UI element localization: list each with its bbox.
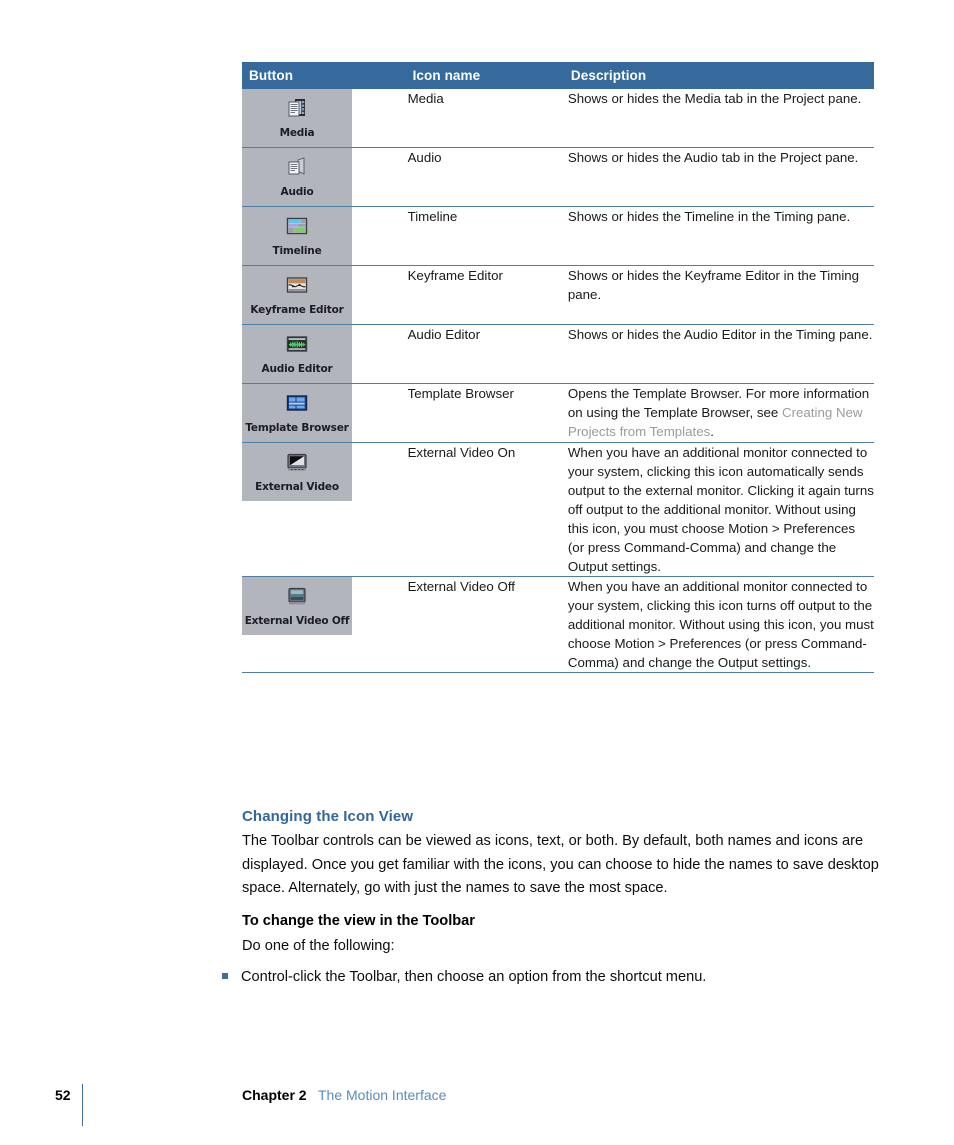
icon-name-cell: Timeline	[407, 206, 568, 266]
table-row: Media Media Shows or hides the Media tab…	[242, 89, 874, 148]
description-text: Shows or hides the Audio Editor in the T…	[567, 327, 873, 342]
body-paragraph-2: Do one of the following:	[242, 938, 395, 954]
button-cell: Template Browser	[242, 383, 408, 443]
icon-name-cell: External Video On	[407, 442, 568, 577]
page-footer: 52 Chapter 2 The Motion Interface	[0, 1084, 954, 1128]
toolbar-chip-caption: Audio	[280, 186, 314, 198]
toolbar-chip-external-video-on[interactable]: External Video	[242, 443, 352, 501]
toolbar-chip-keyframe-editor[interactable]: Keyframe Editor	[242, 266, 352, 324]
footer-chapter-label: Chapter 2	[242, 1087, 307, 1103]
page-number: 52	[55, 1087, 71, 1103]
toolbar-chip-audio-editor[interactable]: Audio Editor	[242, 325, 352, 383]
description-tail: .	[710, 424, 714, 439]
document-page: Button Icon name Description Media Media…	[0, 0, 954, 1145]
keyframe-curve-icon	[284, 273, 310, 299]
description-text: Shows or hides the Media tab in the Proj…	[567, 91, 862, 106]
toolbar-chip-caption: Template Browser	[245, 422, 349, 434]
audio-speaker-icon	[284, 155, 310, 181]
section-heading: Changing the Icon View	[242, 808, 414, 825]
button-cell: External Video Off	[242, 576, 408, 673]
description-text: When you have an additional monitor conn…	[567, 579, 874, 670]
description-cell: Shows or hides the Media tab in the Proj…	[567, 89, 874, 148]
toolbar-chip-external-video-off[interactable]: External Video Off	[242, 577, 352, 635]
template-browser-icon	[284, 391, 310, 417]
icon-name-cell: External Video Off	[407, 576, 568, 673]
button-cell: Timeline	[242, 206, 408, 266]
toolbar-buttons-table: Button Icon name Description Media Media…	[242, 62, 874, 673]
button-cell: Audio Editor	[242, 324, 408, 384]
description-cell: Shows or hides the Keyframe Editor in th…	[567, 265, 874, 325]
timeline-bars-icon	[284, 214, 310, 240]
description-text: Shows or hides the Keyframe Editor in th…	[567, 268, 860, 302]
table-row: Keyframe Editor Keyframe Editor Shows or…	[242, 265, 874, 325]
bullet-list-item: Control-click the Toolbar, then choose a…	[222, 966, 882, 989]
description-cell: When you have an additional monitor conn…	[567, 576, 874, 673]
button-cell: External Video	[242, 442, 408, 577]
toolbar-chip-timeline[interactable]: Timeline	[242, 207, 352, 265]
toolbar-chip-caption: Media	[279, 127, 315, 139]
description-cell: Opens the Template Browser. For more inf…	[567, 383, 874, 443]
button-cell: Audio	[242, 147, 408, 207]
task-heading: To change the view in the Toolbar	[242, 913, 475, 929]
column-header-icon-name: Icon name	[407, 62, 568, 89]
table-row: Timeline Timeline Shows or hides the Tim…	[242, 206, 874, 266]
table-row: Template Browser Template Browser Opens …	[242, 383, 874, 443]
footer-chapter-title[interactable]: The Motion Interface	[318, 1087, 446, 1103]
audio-waveform-icon	[284, 332, 310, 358]
button-cell: Keyframe Editor	[242, 265, 408, 325]
column-header-button: Button	[242, 62, 408, 89]
bullet-item-text: Control-click the Toolbar, then choose a…	[241, 969, 707, 985]
table-row: External Video External Video On When yo…	[242, 442, 874, 577]
toolbar-chip-caption: External Video Off	[244, 615, 350, 627]
toolbar-chip-caption: External Video	[255, 481, 339, 493]
icon-name-cell: Media	[407, 89, 568, 148]
description-cell: Shows or hides the Audio tab in the Proj…	[567, 147, 874, 207]
media-filmstrip-icon	[284, 96, 310, 122]
icon-name-cell: Keyframe Editor	[407, 265, 568, 325]
toolbar-chip-template-browser[interactable]: Template Browser	[242, 384, 352, 442]
toolbar-chip-caption: Keyframe Editor	[250, 304, 344, 316]
description-text: Shows or hides the Audio tab in the Proj…	[567, 150, 859, 165]
icon-name-cell: Template Browser	[407, 383, 568, 443]
description-cell: Shows or hides the Timeline in the Timin…	[567, 206, 874, 266]
bullet-square-icon	[222, 973, 228, 980]
table-row: External Video Off External Video Off Wh…	[242, 576, 874, 673]
table-row: Audio Audio Shows or hides the Audio tab…	[242, 147, 874, 207]
table-header: Button Icon name Description	[242, 62, 874, 89]
toolbar-chip-audio[interactable]: Audio	[242, 148, 352, 206]
icon-name-cell: Audio Editor	[407, 324, 568, 384]
body-paragraph-1: The Toolbar controls can be viewed as ic…	[242, 833, 879, 897]
table-body: Media Media Shows or hides the Media tab…	[242, 89, 874, 673]
toolbar-chip-media[interactable]: Media	[242, 89, 352, 147]
description-text: When you have an additional monitor conn…	[567, 445, 874, 574]
description-text: Shows or hides the Timeline in the Timin…	[567, 209, 851, 224]
description-cell: When you have an additional monitor conn…	[567, 442, 874, 577]
footer-divider	[82, 1084, 83, 1126]
toolbar-chip-caption: Audio Editor	[261, 363, 333, 375]
table-header-row: Button Icon name Description	[242, 62, 874, 89]
button-cell: Media	[242, 89, 408, 148]
external-video-off-icon	[284, 584, 310, 610]
table-row: Audio Editor Audio Editor Shows or hides…	[242, 324, 874, 384]
description-cell: Shows or hides the Audio Editor in the T…	[567, 324, 874, 384]
external-video-on-icon	[284, 450, 310, 476]
column-header-description: Description	[567, 62, 874, 89]
icon-name-cell: Audio	[407, 147, 568, 207]
toolbar-chip-caption: Timeline	[272, 245, 322, 257]
